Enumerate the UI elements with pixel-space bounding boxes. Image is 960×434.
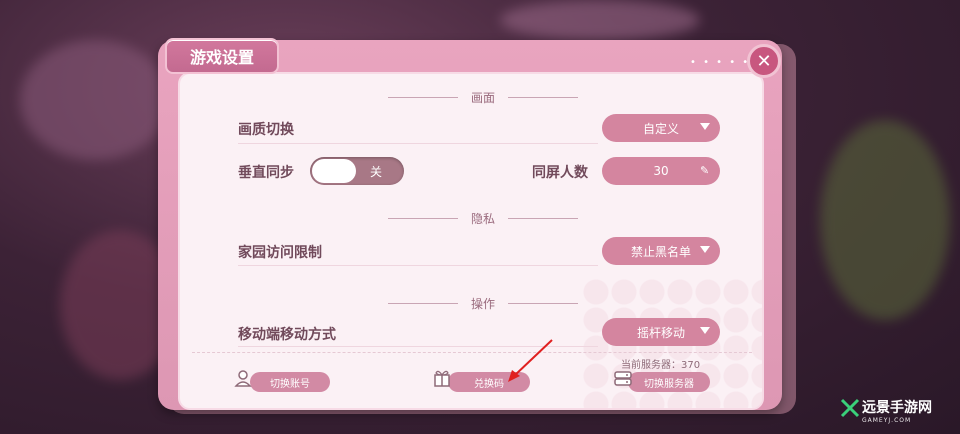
home-visit-label: 家园访问限制 — [238, 245, 322, 261]
server-icon — [614, 371, 632, 386]
quality-label: 画质切换 — [238, 122, 294, 138]
caret-down-icon — [700, 123, 710, 130]
account-icon — [234, 370, 252, 387]
background-blob — [500, 0, 700, 40]
caret-down-icon — [700, 246, 710, 253]
vsync-toggle[interactable]: 关 — [310, 157, 404, 185]
caret-down-icon — [700, 327, 710, 334]
row-divider — [238, 143, 598, 144]
row-divider — [238, 265, 598, 266]
mobile-move-label: 移动端移动方式 — [238, 327, 336, 343]
section-header-privacy: 隐私 — [388, 210, 578, 227]
home-visit-dropdown[interactable]: 禁止黑名单 — [602, 237, 720, 265]
players-on-screen-label: 同屏人数 — [532, 165, 588, 181]
switch-server-button[interactable]: 切换服务器 — [628, 372, 710, 392]
background-blob — [820, 120, 950, 320]
players-on-screen-input[interactable]: 30 ✎ — [602, 157, 720, 185]
watermark-logo-icon — [840, 398, 860, 418]
close-icon: ✕ — [756, 50, 772, 72]
quality-dropdown[interactable]: 自定义 — [602, 114, 720, 142]
watermark: 远景手游网 GAMEYJ.COM — [862, 397, 932, 424]
watermark-name: 远景手游网 — [862, 400, 932, 416]
pencil-icon: ✎ — [700, 164, 710, 177]
mobile-move-dropdown[interactable]: 摇杆移动 — [602, 318, 720, 346]
section-header-graphics: 画面 — [388, 89, 578, 106]
watermark-url: GAMEYJ.COM — [862, 417, 912, 424]
footer-divider — [192, 352, 752, 353]
toggle-knob — [312, 159, 356, 183]
vsync-label: 垂直同步 — [238, 165, 294, 181]
window-title: 游戏设置 — [165, 38, 279, 74]
close-button[interactable]: ✕ — [747, 44, 781, 78]
switch-account-button[interactable]: 切换账号 — [250, 372, 330, 392]
section-header-controls: 操作 — [388, 295, 578, 312]
gift-icon — [434, 370, 450, 387]
arrow-annotation — [508, 339, 553, 382]
background-blob — [20, 40, 170, 160]
